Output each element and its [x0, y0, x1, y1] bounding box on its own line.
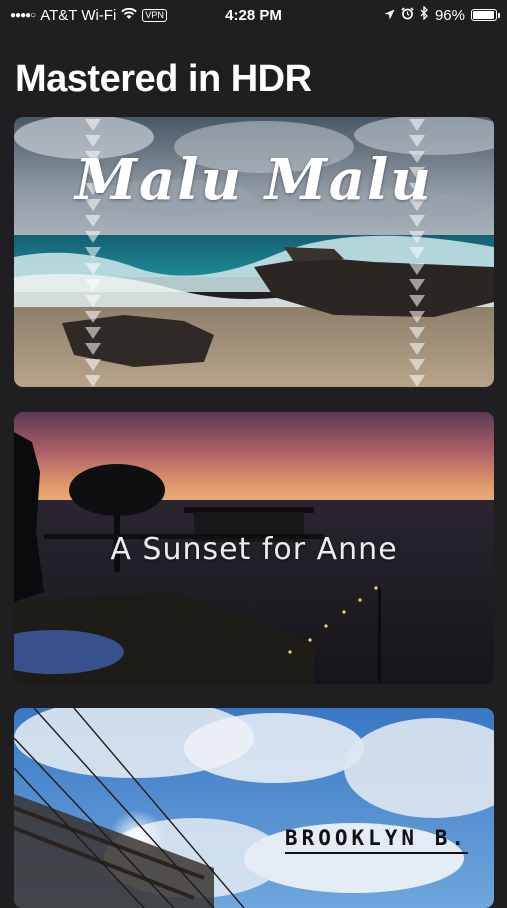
carrier-label: AT&T Wi-Fi — [40, 6, 117, 24]
video-card-sunset-for-anne[interactable]: A Sunset for Anne — [14, 412, 494, 684]
bluetooth-icon — [420, 5, 429, 24]
signal-icon: ●●●●○ — [10, 9, 36, 21]
location-icon — [384, 7, 395, 24]
video-card-malu-malu[interactable]: Malu Malu — [14, 117, 494, 387]
battery-icon — [471, 9, 500, 21]
vpn-badge: VPN — [142, 8, 167, 22]
status-bar: ●●●●○ AT&T Wi-Fi VPN 4:28 PM 96% — [0, 0, 507, 30]
video-card-brooklyn-b[interactable]: BROOKLYN B. — [14, 708, 494, 908]
video-title: Malu Malu — [74, 147, 434, 213]
battery-percent: 96% — [434, 6, 465, 24]
wifi-icon — [121, 7, 138, 24]
video-title: A Sunset for Anne — [110, 532, 398, 567]
video-thumbnail — [14, 708, 494, 908]
video-title: BROOKLYN B. — [284, 826, 468, 854]
alarm-icon — [401, 6, 414, 24]
page-title: Mastered in HDR — [15, 58, 312, 100]
